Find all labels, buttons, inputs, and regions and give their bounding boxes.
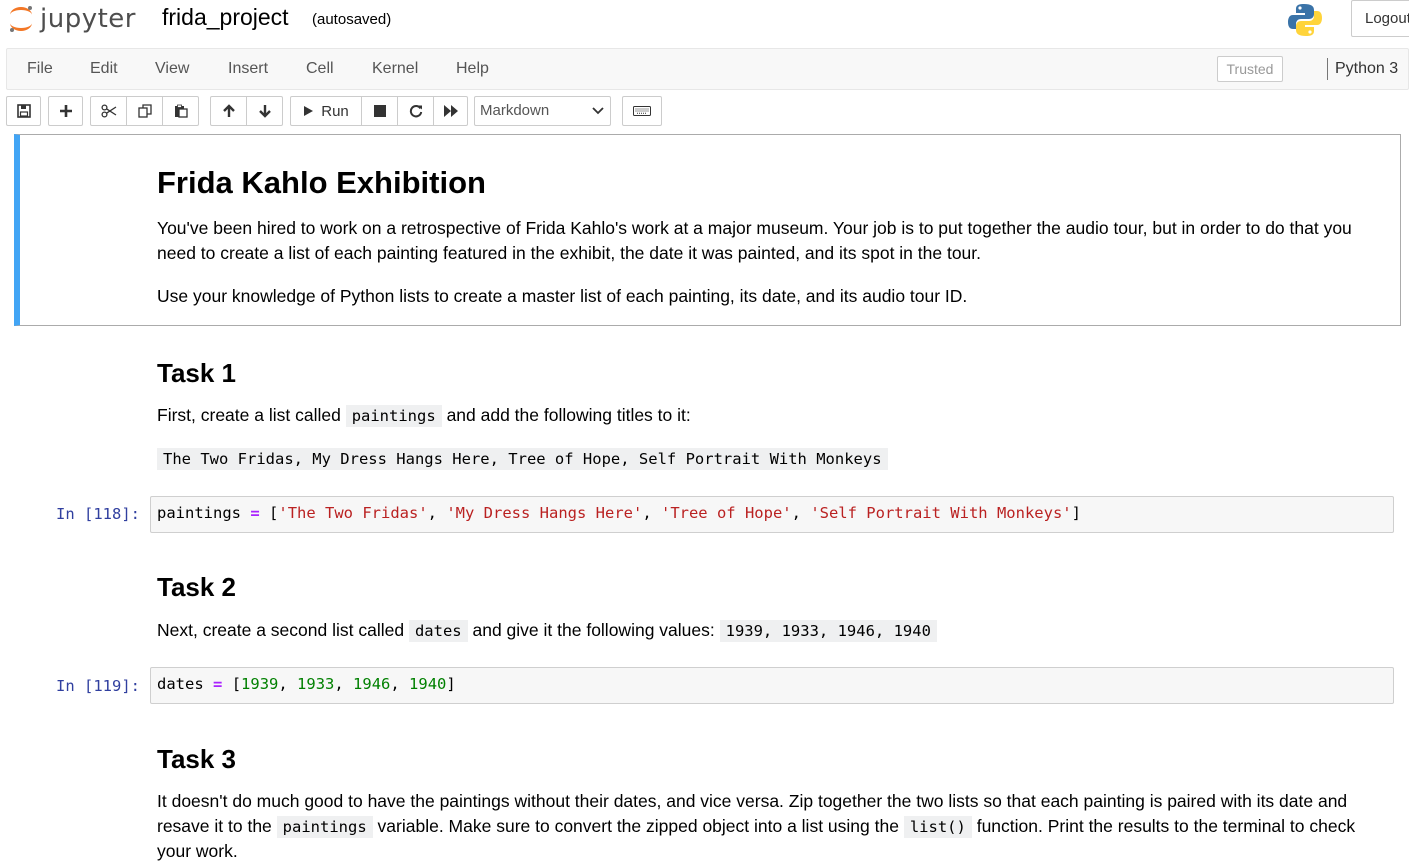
intro-paragraph-line-1: You've been hired to work on a retrospec…	[157, 218, 1352, 238]
menu-kernel[interactable]: Kernel	[372, 60, 418, 78]
task-3-line-2-after: function. Print the results to the termi…	[976, 816, 1356, 836]
run-group: Run	[290, 96, 468, 126]
code-number: 1939	[241, 675, 279, 693]
intro-paragraph-2: Use your knowledge of Python lists to cr…	[157, 286, 968, 306]
move-down-button[interactable]	[246, 96, 283, 126]
jupyter-logo-icon	[10, 6, 32, 32]
code-operator: =	[250, 504, 260, 522]
code-string: 'Self Portrait With Monkeys'	[810, 504, 1072, 522]
task-2-values-code: 1939, 1933, 1946, 1940	[719, 620, 937, 642]
keyboard-icon	[633, 106, 651, 116]
task-3-line-1: It doesn't do much good to have the pain…	[157, 791, 1348, 811]
restart-run-all-button[interactable]	[433, 96, 468, 126]
task-1-inline-code: paintings	[345, 405, 442, 427]
task-1-text-after: and add the following titles to it:	[446, 405, 691, 425]
header: jupyter frida_project (autosaved) Logout	[0, 0, 1409, 40]
restart-button[interactable]	[397, 96, 434, 126]
task-1-text-before: First, create a list called	[157, 405, 341, 425]
trusted-indicator[interactable]: Trusted	[1217, 56, 1283, 82]
code-var: dates	[157, 675, 204, 693]
menu-cell[interactable]: Cell	[306, 60, 334, 78]
notebook-title-heading: Frida Kahlo Exhibition	[157, 165, 486, 200]
copy-icon	[137, 104, 152, 118]
task-2-heading: Task 2	[157, 572, 237, 602]
keyboard-group	[622, 96, 662, 126]
code-cell-dates[interactable]: dates = [1939, 1933, 1946, 1940]	[150, 667, 1394, 704]
task-2-inline-code: dates	[408, 620, 468, 642]
code-cell-paintings[interactable]: paintings = ['The Two Fridas', 'My Dress…	[150, 496, 1394, 533]
move-up-button[interactable]	[210, 96, 247, 126]
task-3-line-2: resave it to the paintings variable. Mak…	[157, 814, 1355, 840]
task-3-inline-code-list: list()	[903, 816, 972, 838]
arrow-down-icon	[258, 105, 271, 118]
task-1-heading: Task 1	[157, 358, 237, 388]
code-var: paintings	[157, 504, 241, 522]
notebook-container: Frida Kahlo Exhibition You've been hired…	[0, 133, 1409, 866]
input-prompt-119: In [119]:	[56, 677, 140, 695]
arrow-up-icon	[222, 104, 235, 117]
notebook-name[interactable]: frida_project	[162, 4, 289, 31]
code-string: 'My Dress Hangs Here'	[446, 504, 643, 522]
python-logo-icon	[1288, 4, 1322, 36]
task-2-text-after: and give it the following values:	[472, 620, 715, 640]
task-3-line-2-mid: variable. Make sure to convert the zippe…	[377, 816, 899, 836]
toolbar: Run Markdown	[0, 94, 1409, 128]
stop-icon	[373, 105, 386, 117]
run-label: Run	[321, 102, 349, 120]
logo-text: jupyter	[40, 4, 136, 34]
paste-button[interactable]	[162, 96, 199, 126]
code-number: 1940	[409, 675, 447, 693]
run-button[interactable]: Run	[290, 96, 362, 126]
task-3-heading: Task 3	[157, 744, 237, 774]
task-3-inline-code-paintings: paintings	[276, 816, 373, 838]
chevron-down-icon	[592, 107, 604, 115]
code-number: 1946	[353, 675, 391, 693]
kernel-separator	[1327, 58, 1328, 80]
command-palette-button[interactable]	[622, 96, 662, 126]
menu-edit[interactable]: Edit	[90, 60, 118, 78]
menu-file[interactable]: File	[27, 60, 53, 78]
restart-icon	[409, 105, 422, 118]
input-prompt-118: In [118]:	[56, 505, 140, 523]
intro-paragraph-line-2: need to create a list of each painting f…	[157, 243, 982, 263]
menu-insert[interactable]: Insert	[228, 60, 268, 78]
task-1-description: First, create a list called paintings an…	[157, 403, 691, 429]
menu-help[interactable]: Help	[456, 60, 489, 78]
task-2-description: Next, create a second list called dates …	[157, 618, 937, 644]
code-string: 'The Two Fridas'	[278, 504, 428, 522]
task-3-line-3: your work.	[157, 841, 238, 861]
save-group	[6, 96, 41, 126]
move-group	[210, 96, 283, 126]
task-3-line-2-before: resave it to the	[157, 816, 272, 836]
cut-button[interactable]	[90, 96, 127, 126]
save-icon	[16, 104, 31, 118]
menubar: File Edit View Insert Cell Kernel Help T…	[6, 48, 1409, 90]
code-string: 'Tree of Hope'	[660, 504, 792, 522]
logout-button[interactable]: Logout	[1351, 0, 1409, 37]
kernel-name[interactable]: Python 3	[1335, 60, 1398, 78]
cell-type-select[interactable]: Markdown	[474, 96, 611, 126]
edit-group	[90, 96, 199, 126]
task-2-text-before: Next, create a second list called	[157, 620, 405, 640]
paste-icon	[174, 104, 188, 118]
insert-group	[48, 96, 83, 126]
task-1-titles-code: The Two Fridas, My Dress Hangs Here, Tre…	[157, 448, 888, 470]
code-number: 1933	[297, 675, 335, 693]
fast-forward-icon	[443, 105, 458, 117]
save-button[interactable]	[6, 96, 41, 126]
code-operator: =	[213, 675, 223, 693]
insert-cell-button[interactable]	[48, 96, 83, 126]
plus-icon	[59, 105, 72, 117]
jupyter-logo[interactable]: jupyter	[8, 2, 136, 36]
interrupt-button[interactable]	[361, 96, 398, 126]
scissors-icon	[100, 104, 116, 118]
cell-type-value: Markdown	[480, 102, 550, 119]
task-1-titles: The Two Fridas, My Dress Hangs Here, Tre…	[157, 446, 888, 472]
autosave-status: (autosaved)	[312, 11, 392, 28]
menu-view[interactable]: View	[155, 60, 189, 78]
play-icon	[304, 106, 314, 116]
copy-button[interactable]	[126, 96, 163, 126]
